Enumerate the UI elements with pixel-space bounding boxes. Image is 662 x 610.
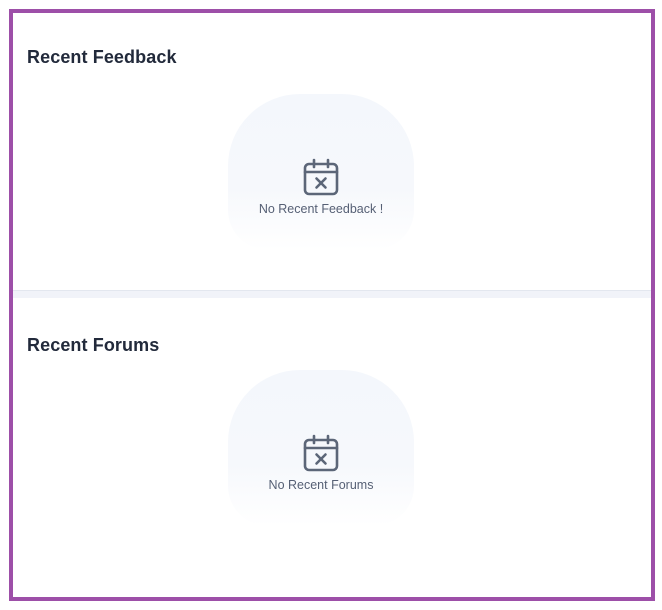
recent-forums-card: Recent Forums No Recent Forums [13,298,651,597]
recent-feedback-empty-state: No Recent Feedback ! [228,94,414,250]
recent-forums-empty-state: No Recent Forums [228,370,414,526]
recent-feedback-empty-text: No Recent Feedback ! [258,202,384,216]
recent-forums-title: Recent Forums [27,335,160,355]
recent-feedback-card: Recent Feedback No Recent Feedback ! [13,13,651,291]
recent-forums-empty-text: No Recent Forums [268,478,374,492]
calendar-x-icon [303,434,339,472]
recent-feedback-title: Recent Feedback [27,47,177,67]
calendar-x-icon [303,158,339,196]
dashboard-panel: Recent Feedback No Recent Feedback ! Rec… [9,9,655,601]
